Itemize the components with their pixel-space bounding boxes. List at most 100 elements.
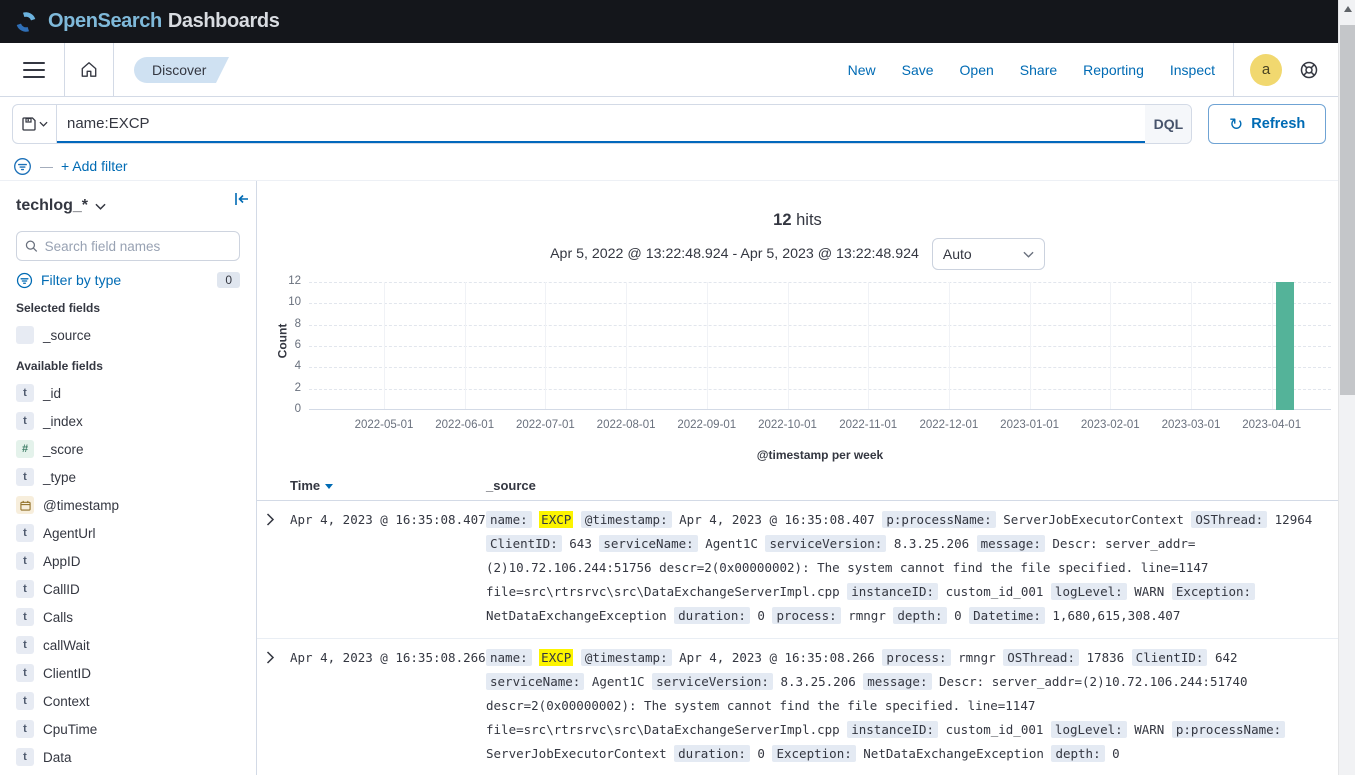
field-item-Data[interactable]: tData — [16, 743, 240, 771]
query-input[interactable] — [57, 105, 1145, 141]
gridline-x — [1110, 282, 1111, 409]
field-search-box — [16, 231, 240, 261]
filter-count-badge: 0 — [217, 272, 240, 288]
filter-icon[interactable] — [13, 157, 32, 176]
source-header-label: _source — [486, 478, 536, 493]
field-item-partial[interactable]: t — [16, 771, 240, 775]
x-tick-label: 2022-11-01 — [826, 419, 910, 431]
field-name-badge: duration: — [674, 607, 750, 624]
string-type-icon: t — [16, 468, 34, 486]
field-name-badge: instanceID: — [847, 583, 938, 600]
field-item-_type[interactable]: t_type — [16, 463, 240, 491]
discover-main-panel: 12 hits Apr 5, 2022 @ 13:22:48.924 - Apr… — [256, 181, 1338, 775]
help-button[interactable] — [1298, 59, 1320, 81]
time-range-label: Apr 5, 2022 @ 13:22:48.924 - Apr 5, 2023… — [550, 246, 919, 262]
nav-link-reporting[interactable]: Reporting — [1083, 62, 1144, 78]
add-filter-button[interactable]: + Add filter — [61, 158, 128, 174]
gridline-y — [309, 303, 1331, 304]
hits-count: 12 — [773, 211, 791, 229]
navbar: Discover New Save Open Share Reporting Inspec… — [0, 43, 1338, 97]
field-name-badge: name: — [486, 649, 532, 666]
expand-row-button[interactable] — [257, 508, 290, 628]
nav-link-new[interactable]: New — [848, 62, 876, 78]
time-cell: Apr 4, 2023 @ 16:35:08.407 — [290, 508, 486, 628]
field-item-@timestamp[interactable]: @timestamp — [16, 491, 240, 519]
field-item-CallID[interactable]: tCallID — [16, 575, 240, 603]
chevron-down-icon — [95, 203, 106, 210]
field-item-_score[interactable]: #_score — [16, 435, 240, 463]
interval-select[interactable]: Auto — [932, 238, 1045, 270]
y-tick-label: 6 — [261, 339, 301, 351]
string-type-icon: t — [16, 524, 34, 542]
filter-divider: — — [40, 159, 53, 174]
query-language-button[interactable]: DQL — [1145, 105, 1191, 143]
filter-bar: — + Add filter — [0, 152, 1338, 181]
field-item-ClientID[interactable]: tClientID — [16, 659, 240, 687]
index-pattern-switcher[interactable]: techlog_* — [16, 195, 240, 217]
refresh-button[interactable]: ↻ Refresh — [1208, 104, 1326, 144]
search-icon — [25, 239, 38, 253]
field-search-input[interactable] — [45, 239, 231, 254]
source-type-icon — [16, 326, 34, 344]
breadcrumb[interactable]: Discover — [134, 57, 216, 83]
field-item-_index[interactable]: t_index — [16, 407, 240, 435]
field-name-badge: name: — [486, 511, 532, 528]
field-item-AgentUrl[interactable]: tAgentUrl — [16, 519, 240, 547]
query-language-label: DQL — [1154, 116, 1184, 132]
field-name-badge: depth: — [1051, 745, 1104, 762]
gridline-x — [465, 282, 466, 409]
nav-link-inspect[interactable]: Inspect — [1170, 62, 1215, 78]
string-type-icon: t — [16, 720, 34, 738]
query-input-wrap — [57, 105, 1145, 143]
refresh-label: Refresh — [1251, 116, 1305, 132]
saved-query-menu-button[interactable] — [13, 105, 57, 143]
time-column-header[interactable]: Time — [290, 478, 486, 493]
field-name-badge: Exception: — [772, 745, 855, 762]
home-button[interactable] — [69, 43, 109, 96]
x-tick-label: 2023-03-01 — [1149, 419, 1233, 431]
string-type-icon: t — [16, 384, 34, 402]
nav-link-save[interactable]: Save — [902, 62, 934, 78]
field-item-CpuTime[interactable]: tCpuTime — [16, 715, 240, 743]
expand-row-button[interactable] — [257, 646, 290, 766]
field-name: Context — [43, 694, 90, 709]
x-tick-label: 2022-12-01 — [907, 419, 991, 431]
field-item-Calls[interactable]: tCalls — [16, 603, 240, 631]
scrollbar-up-arrow[interactable] — [1339, 0, 1355, 17]
histogram-bar[interactable] — [1276, 282, 1294, 410]
field-item-AppID[interactable]: tAppID — [16, 547, 240, 575]
home-icon — [80, 61, 98, 78]
hamburger-icon — [23, 62, 45, 78]
help-icon — [1298, 59, 1320, 81]
nav-link-share[interactable]: Share — [1020, 62, 1057, 78]
field-name-badge: p:processName: — [882, 511, 995, 528]
field-name: Data — [43, 750, 72, 765]
available-fields-list: t_idt_index#_scoret_type@timestamptAgent… — [16, 379, 240, 775]
field-item-Context[interactable]: tContext — [16, 687, 240, 715]
navbar-left: Discover — [14, 43, 216, 96]
avatar[interactable]: a — [1250, 54, 1282, 86]
field-name: _source — [43, 328, 91, 343]
field-name-badge: ClientID: — [486, 535, 562, 552]
field-item-callWait[interactable]: tcallWait — [16, 631, 240, 659]
menu-button[interactable] — [14, 43, 54, 96]
nav-actions: New Save Open Share Reporting Inspect — [848, 62, 1215, 78]
filter-by-type-button[interactable]: Filter by type 0 — [16, 269, 240, 291]
nav-link-open[interactable]: Open — [960, 62, 994, 78]
highlighted-term: EXCP — [539, 511, 573, 528]
field-item-_source[interactable]: _source — [16, 323, 240, 347]
field-item-_id[interactable]: t_id — [16, 379, 240, 407]
y-tick-label: 10 — [261, 296, 301, 308]
chevron-down-icon — [1023, 251, 1034, 258]
interval-value: Auto — [943, 246, 972, 262]
hits-summary: 12 hits — [257, 211, 1338, 230]
scrollbar-thumb[interactable] — [1340, 25, 1355, 395]
page-scrollbar[interactable] — [1338, 0, 1355, 775]
app-header: OpenSearch Dashboards — [0, 0, 1338, 43]
chevron-right-icon — [266, 513, 275, 526]
logo-text-secondary: Dashboards — [168, 10, 280, 33]
table-header-row: Time _source — [257, 471, 1338, 501]
collapse-sidebar-button[interactable] — [234, 192, 250, 206]
index-pattern-name: techlog_* — [16, 197, 88, 215]
field-name: _score — [43, 442, 84, 457]
